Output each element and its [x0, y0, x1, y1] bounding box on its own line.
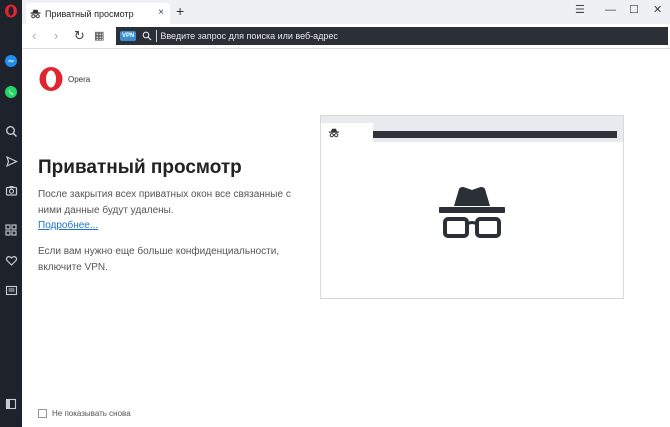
- private-info-text: После закрытия всех приватных окон все с…: [38, 189, 291, 216]
- opera-menu-icon[interactable]: [3, 3, 19, 19]
- tab-private[interactable]: Приватный просмотр ×: [26, 3, 170, 24]
- heart-icon[interactable]: [3, 252, 19, 268]
- forward-button[interactable]: ›: [54, 28, 58, 44]
- logo-text: Opera: [68, 74, 91, 84]
- maximize-button[interactable]: ☐: [629, 2, 639, 18]
- search-icon[interactable]: [3, 123, 19, 139]
- dont-show-label: Не показывать снова: [52, 409, 131, 418]
- learn-more-link[interactable]: Подробнее...: [38, 220, 98, 231]
- whatsapp-icon[interactable]: [3, 84, 19, 100]
- tab-title: Приватный просмотр: [45, 8, 134, 19]
- news-icon[interactable]: [3, 282, 19, 298]
- dont-show-again[interactable]: Не показывать снова: [38, 409, 131, 418]
- reload-button[interactable]: ↻: [74, 28, 85, 44]
- close-window-button[interactable]: ✕: [653, 2, 662, 18]
- address-input[interactable]: [156, 30, 641, 42]
- back-button[interactable]: ‹: [32, 28, 36, 44]
- page-title: Приватный просмотр: [38, 157, 242, 178]
- tab-strip: Приватный просмотр × + ☰ — ☐ ✕: [22, 0, 670, 24]
- navigation-bar: ‹ › ↻ ▦ VPN: [22, 24, 670, 49]
- tab-close-button[interactable]: ×: [158, 8, 164, 18]
- private-browser-illustration: [320, 115, 624, 299]
- illustration-address-bar: [373, 131, 617, 138]
- camera-icon[interactable]: [3, 182, 19, 198]
- dont-show-checkbox[interactable]: [38, 409, 47, 418]
- search-icon: [142, 31, 152, 41]
- messenger-icon[interactable]: [3, 53, 19, 69]
- tab-menu-button[interactable]: ☰: [575, 2, 585, 18]
- sidebar-toggle-icon[interactable]: [3, 396, 19, 412]
- incognito-large-icon: [439, 186, 505, 247]
- vpn-badge[interactable]: VPN: [120, 31, 137, 41]
- opera-logo-icon: [39, 67, 63, 91]
- tabs-grid-button[interactable]: ▦: [94, 28, 104, 44]
- vpn-info-text: Если вам нужно еще больше конфиденциальн…: [38, 246, 280, 273]
- illustration-tab: [321, 123, 373, 142]
- sidebar: [0, 0, 22, 427]
- incognito-small-icon: [329, 128, 339, 137]
- incognito-icon: [30, 9, 41, 19]
- new-tab-button[interactable]: +: [176, 3, 184, 19]
- speed-dial-icon[interactable]: [3, 222, 19, 238]
- send-icon[interactable]: [3, 153, 19, 169]
- opera-logo: Opera: [38, 66, 90, 92]
- minimize-button[interactable]: —: [605, 2, 616, 18]
- address-bar: VPN: [116, 27, 668, 45]
